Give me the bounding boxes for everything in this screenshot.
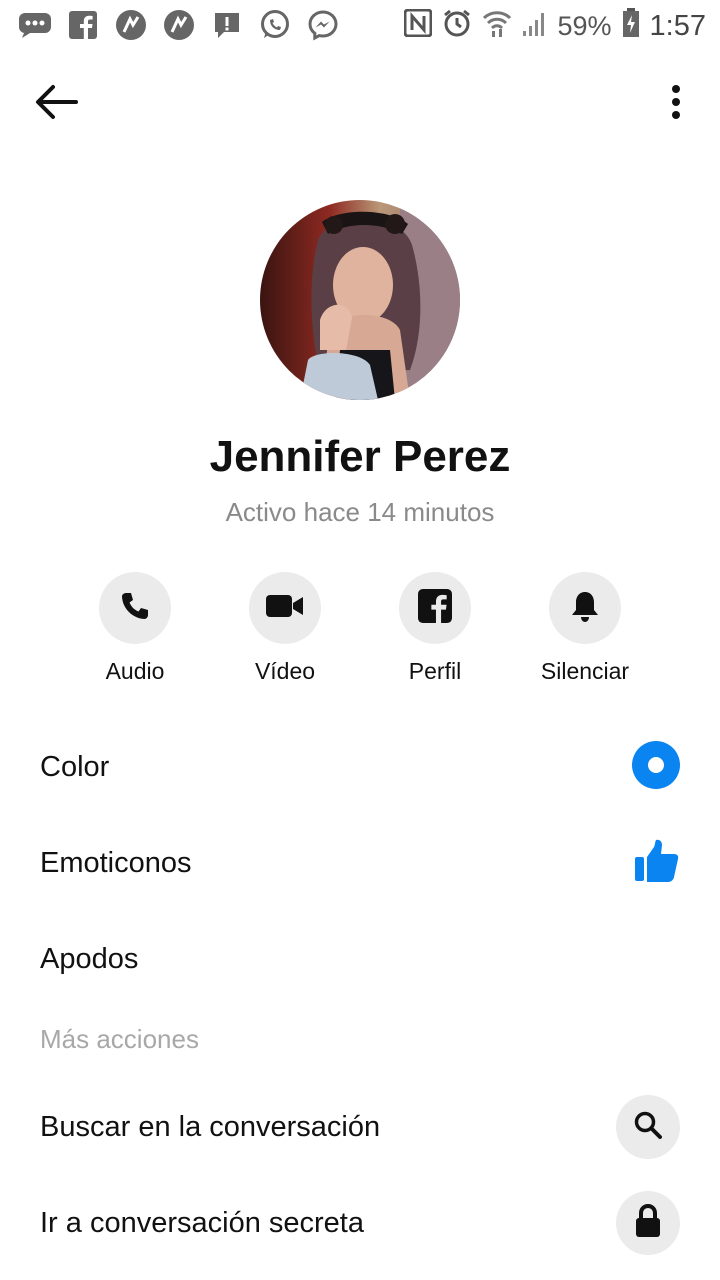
ticktick-icon [114, 8, 148, 42]
video-call-button[interactable]: Vídeo [210, 572, 360, 685]
profile-circle [399, 572, 471, 644]
alert-icon [210, 8, 244, 42]
lock-circle [616, 1191, 680, 1255]
avatar[interactable] [260, 200, 460, 400]
secret-conversation-row[interactable]: Ir a conversación secreta [40, 1175, 680, 1271]
phone-icon [119, 590, 151, 627]
clock: 1:57 [649, 9, 706, 42]
mute-button[interactable]: Silenciar [510, 572, 660, 685]
more-options-button[interactable] [656, 80, 696, 128]
sms-icon [18, 8, 52, 42]
nfc-icon [403, 8, 432, 44]
emoji-row[interactable]: Emoticonos [40, 815, 680, 911]
video-call-circle [249, 572, 321, 644]
whatsapp-icon [258, 8, 292, 42]
audio-call-circle [99, 572, 171, 644]
arrow-left-icon [33, 82, 79, 127]
more-actions-heading: Más acciones [40, 1024, 199, 1054]
color-label: Color [40, 750, 110, 783]
alarm-icon [442, 8, 472, 45]
lock-icon [634, 1203, 662, 1243]
battery-icon [622, 7, 640, 45]
facebook-icon [418, 588, 452, 628]
bell-icon [569, 589, 601, 628]
audio-label: Audio [105, 658, 165, 684]
nicknames-label: Apodos [40, 942, 139, 975]
wifi-icon [482, 8, 512, 45]
back-button[interactable] [28, 80, 84, 128]
emoji-label: Emoticonos [40, 846, 192, 879]
ticktick-icon [162, 8, 196, 42]
audio-call-button[interactable]: Audio [60, 572, 210, 685]
thumbs-up-icon [634, 838, 680, 889]
more-vertical-icon [671, 84, 681, 125]
nicknames-row[interactable]: Apodos [40, 911, 680, 1007]
status-bar: 59% 1:57 [0, 0, 720, 52]
mute-label: Silenciar [540, 658, 630, 684]
color-row[interactable]: Color [40, 719, 680, 815]
profile-name: Jennifer Perez [209, 432, 511, 481]
facebook-icon [66, 8, 100, 42]
search-conversation-label: Buscar en la conversación [40, 1110, 381, 1143]
profile-label: Perfil [408, 658, 462, 684]
signal-icon [522, 9, 548, 44]
video-icon [265, 592, 305, 625]
active-status: Activo hace 14 minutos [225, 497, 495, 527]
secret-conversation-label: Ir a conversación secreta [40, 1206, 364, 1239]
profile-button[interactable]: Perfil [360, 572, 510, 685]
search-circle [616, 1095, 680, 1159]
messenger-icon [306, 8, 340, 42]
search-conversation-row[interactable]: Buscar en la conversación [40, 1079, 680, 1175]
search-icon [633, 1110, 663, 1145]
mute-circle [549, 572, 621, 644]
battery-percent: 59% [557, 10, 612, 41]
color-swatch-icon [632, 740, 680, 794]
video-label: Vídeo [254, 658, 316, 684]
